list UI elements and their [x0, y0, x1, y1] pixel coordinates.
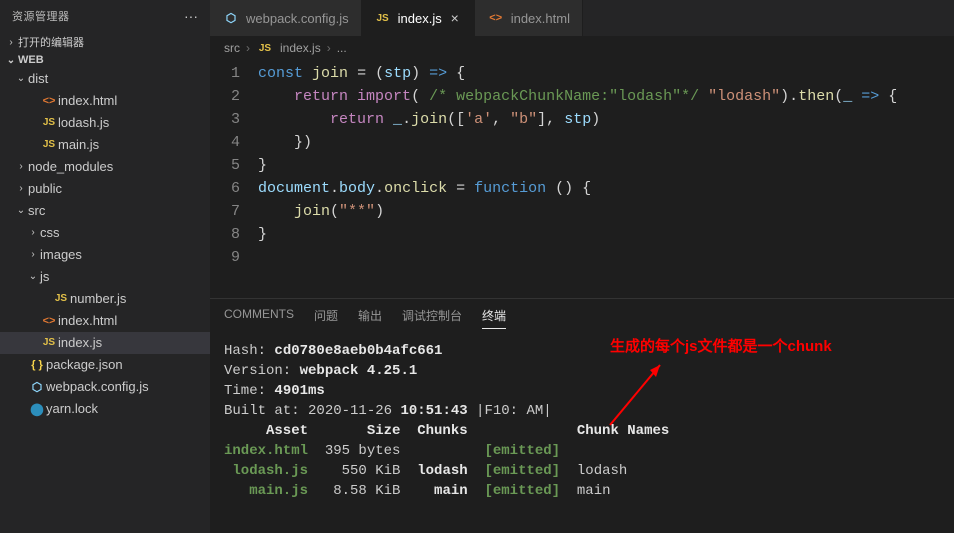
- folder-row[interactable]: ›node_modules: [0, 156, 210, 178]
- folder-label: images: [40, 245, 82, 265]
- panel-tab[interactable]: 问题: [314, 307, 338, 329]
- line-numbers: 123456789: [210, 62, 258, 298]
- folder-label: dist: [28, 69, 48, 89]
- folder-label: src: [28, 201, 45, 221]
- js-icon: JS: [40, 113, 58, 133]
- more-icon[interactable]: ···: [184, 8, 198, 24]
- folder-label: css: [40, 223, 60, 243]
- folder-row[interactable]: ⌄js: [0, 266, 210, 288]
- webpack-icon: ⬡: [222, 11, 240, 25]
- folder-label: node_modules: [28, 157, 113, 177]
- json-icon: { }: [28, 355, 46, 375]
- panel-tab[interactable]: 调试控制台: [402, 307, 462, 329]
- breadcrumb[interactable]: src › JS index.js › ...: [210, 36, 954, 60]
- js-icon: JS: [374, 13, 392, 24]
- file-row[interactable]: ⬤yarn.lock: [0, 398, 210, 420]
- chevron-right-icon: ›: [246, 41, 250, 55]
- file-row[interactable]: JSnumber.js: [0, 288, 210, 310]
- tab-label: index.html: [511, 11, 570, 26]
- file-label: index.html: [58, 311, 117, 331]
- file-label: lodash.js: [58, 113, 109, 133]
- panel: COMMENTS问题输出调试控制台终端 生成的每个js文件都是一个chunk H…: [210, 298, 954, 533]
- file-row[interactable]: JSlodash.js: [0, 112, 210, 134]
- chevron-right-icon: ›: [4, 37, 18, 48]
- folder-row[interactable]: ›public: [0, 178, 210, 200]
- folder-root[interactable]: ⌄ WEB: [0, 52, 210, 68]
- file-row[interactable]: { }package.json: [0, 354, 210, 376]
- html-icon: <>: [40, 91, 58, 111]
- js-icon: JS: [40, 135, 58, 155]
- chevron-icon: ⌄: [26, 267, 40, 287]
- panel-tabs: COMMENTS 问题输出调试控制台终端: [210, 299, 954, 337]
- file-label: webpack.config.js: [46, 377, 149, 397]
- folder-row[interactable]: ⌄src: [0, 200, 210, 222]
- open-editors-label: 打开的编辑器: [18, 34, 84, 50]
- folder-row[interactable]: ⌄dist: [0, 68, 210, 90]
- breadcrumb-item[interactable]: ...: [337, 41, 347, 55]
- js-icon: JS: [40, 333, 58, 353]
- chevron-icon: ⌄: [14, 69, 28, 89]
- file-label: main.js: [58, 135, 99, 155]
- editor-tabs: ⬡ webpack.config.js JS index.js × <> index.htm…: [210, 0, 954, 36]
- editor-tab[interactable]: JS index.js ×: [362, 0, 475, 36]
- js-icon: JS: [52, 289, 70, 309]
- code-editor[interactable]: 123456789 const join = (stp) => { return…: [210, 60, 954, 298]
- tab-label: webpack.config.js: [246, 11, 349, 26]
- folder-label: js: [40, 267, 49, 287]
- js-icon: JS: [256, 43, 274, 54]
- webpack-icon: ⬡: [28, 377, 46, 397]
- breadcrumb-item[interactable]: src: [224, 41, 240, 55]
- open-editors-section[interactable]: › 打开的编辑器: [0, 32, 210, 52]
- terminal[interactable]: Hash: cd0780e8aeb0b4afc661 Version: webp…: [210, 337, 954, 533]
- editor-tab[interactable]: ⬡ webpack.config.js: [210, 0, 362, 36]
- html-icon: <>: [40, 311, 58, 331]
- editor-tab[interactable]: <> index.html: [475, 0, 583, 36]
- file-row[interactable]: <>index.html: [0, 90, 210, 112]
- file-label: number.js: [70, 289, 126, 309]
- file-row[interactable]: ⬡webpack.config.js: [0, 376, 210, 398]
- yarn-icon: ⬤: [28, 399, 46, 419]
- explorer-title: 资源管理器: [12, 8, 184, 24]
- root-label: WEB: [18, 54, 44, 66]
- chevron-down-icon: ⌄: [4, 55, 18, 66]
- explorer-header: 资源管理器 ···: [0, 0, 210, 32]
- breadcrumb-item[interactable]: index.js: [280, 41, 321, 55]
- file-label: yarn.lock: [46, 399, 98, 419]
- chevron-icon: ⌄: [14, 201, 28, 221]
- chevron-icon: ›: [26, 245, 40, 265]
- file-tree: ⌄dist<>index.htmlJSlodash.jsJSmain.js›no…: [0, 68, 210, 420]
- tab-label: index.js: [398, 11, 442, 26]
- chevron-icon: ›: [14, 179, 28, 199]
- file-label: package.json: [46, 355, 123, 375]
- folder-label: public: [28, 179, 62, 199]
- chevron-right-icon: ›: [327, 41, 331, 55]
- file-row[interactable]: JSmain.js: [0, 134, 210, 156]
- panel-tab[interactable]: COMMENTS: [224, 307, 294, 329]
- folder-row[interactable]: ›css: [0, 222, 210, 244]
- panel-tab[interactable]: 输出: [358, 307, 382, 329]
- sidebar: 资源管理器 ··· › 打开的编辑器 ⌄ WEB ⌄dist<>index.ht…: [0, 0, 210, 533]
- close-icon[interactable]: ×: [448, 10, 462, 26]
- folder-row[interactable]: ›images: [0, 244, 210, 266]
- file-label: index.js: [58, 333, 102, 353]
- chevron-icon: ›: [14, 157, 28, 177]
- code-content[interactable]: const join = (stp) => { return import( /…: [258, 62, 954, 298]
- editor-group: ⬡ webpack.config.js JS index.js × <> index.htm…: [210, 0, 954, 533]
- chevron-icon: ›: [26, 223, 40, 243]
- file-label: index.html: [58, 91, 117, 111]
- file-row[interactable]: JSindex.js: [0, 332, 210, 354]
- panel-tab[interactable]: 终端: [482, 307, 506, 329]
- html-icon: <>: [487, 12, 505, 24]
- file-row[interactable]: <>index.html: [0, 310, 210, 332]
